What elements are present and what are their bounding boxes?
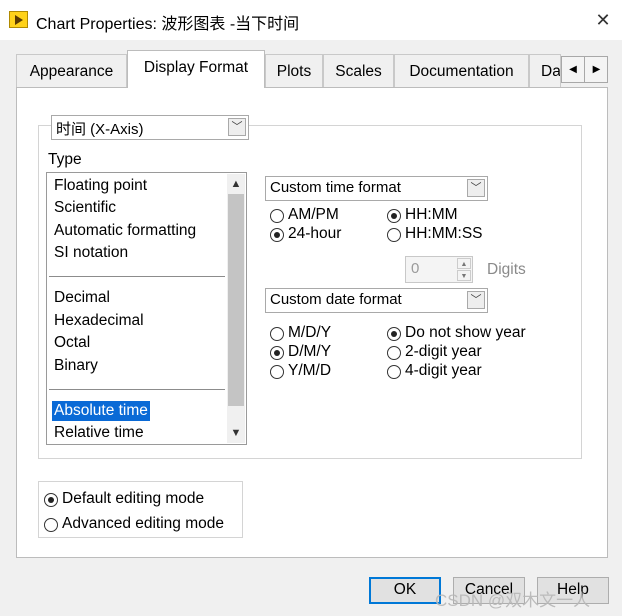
close-icon[interactable]: ✕	[588, 5, 618, 35]
radio-circle	[270, 209, 284, 223]
tab-display-format[interactable]: Display Format	[127, 50, 265, 88]
ok-button[interactable]: OK	[369, 577, 441, 604]
axis-select[interactable]: 时间 (X-Axis) ﹀	[51, 115, 249, 140]
tab-scroll-left-icon[interactable]: ◀	[562, 57, 585, 82]
digits-spinner[interactable]: 0 ▲ ▼	[405, 256, 473, 283]
time-format-value: Custom time format	[270, 179, 401, 196]
tab-scroll-buttons: ◀ ▶	[561, 56, 608, 83]
tab-data[interactable]: Da	[529, 54, 561, 87]
radio-circle	[387, 228, 401, 242]
list-item[interactable]: Decimal	[54, 288, 110, 308]
date-format-value: Custom date format	[270, 291, 402, 308]
time-format-select[interactable]: Custom time format ﹀	[265, 176, 488, 201]
radio-circle	[44, 518, 58, 532]
list-item[interactable]: Scientific	[54, 198, 116, 218]
tab-appearance[interactable]: Appearance	[16, 54, 127, 87]
window-title: Chart Properties: 波形图表 -当下时间	[36, 16, 300, 33]
scroll-down-icon[interactable]: ▼	[227, 424, 245, 442]
radio-circle	[387, 327, 401, 341]
spin-up-icon[interactable]: ▲	[457, 258, 471, 269]
list-item-selected[interactable]: Absolute time	[52, 401, 150, 421]
list-item[interactable]: SI notation	[54, 243, 128, 263]
tab-documentation[interactable]: Documentation	[394, 54, 529, 87]
list-item[interactable]: Binary	[54, 356, 98, 376]
list-item[interactable]: Floating point	[54, 176, 147, 196]
list-item[interactable]: Hexadecimal	[54, 311, 144, 331]
type-label: Type	[48, 151, 82, 168]
watermark: CSDN @双木文一人	[435, 591, 591, 610]
list-item[interactable]: Octal	[54, 333, 90, 353]
radio-circle	[387, 365, 401, 379]
type-list[interactable]: Floating point Scientific Automatic form…	[46, 172, 247, 445]
list-item[interactable]: Relative time	[54, 423, 144, 443]
list-separator	[49, 389, 225, 390]
digits-label: Digits	[487, 261, 526, 278]
scrollbar-thumb[interactable]	[228, 194, 244, 406]
list-separator	[49, 276, 225, 277]
list-item[interactable]: Automatic formatting	[54, 221, 196, 241]
radio-circle	[44, 493, 58, 507]
radio-circle	[270, 365, 284, 379]
spin-down-icon[interactable]: ▼	[457, 270, 471, 281]
tab-scroll-right-icon[interactable]: ▶	[585, 57, 608, 82]
radio-circle	[387, 209, 401, 223]
tab-plots[interactable]: Plots	[265, 54, 323, 87]
date-format-select[interactable]: Custom date format ﹀	[265, 288, 488, 313]
list-scrollbar[interactable]: ▲ ▼	[227, 174, 245, 443]
radio-circle	[270, 327, 284, 341]
radio-circle	[387, 346, 401, 360]
radio-circle	[270, 228, 284, 242]
app-icon	[9, 11, 28, 28]
scroll-up-icon[interactable]: ▲	[227, 175, 245, 193]
axis-select-value: 时间 (X-Axis)	[56, 121, 144, 138]
digits-value: 0	[411, 260, 420, 277]
chevron-down-icon[interactable]: ﹀	[228, 118, 246, 136]
chevron-down-icon[interactable]: ﹀	[467, 291, 485, 309]
radio-circle	[270, 346, 284, 360]
chevron-down-icon[interactable]: ﹀	[467, 179, 485, 197]
tab-scales[interactable]: Scales	[323, 54, 394, 87]
